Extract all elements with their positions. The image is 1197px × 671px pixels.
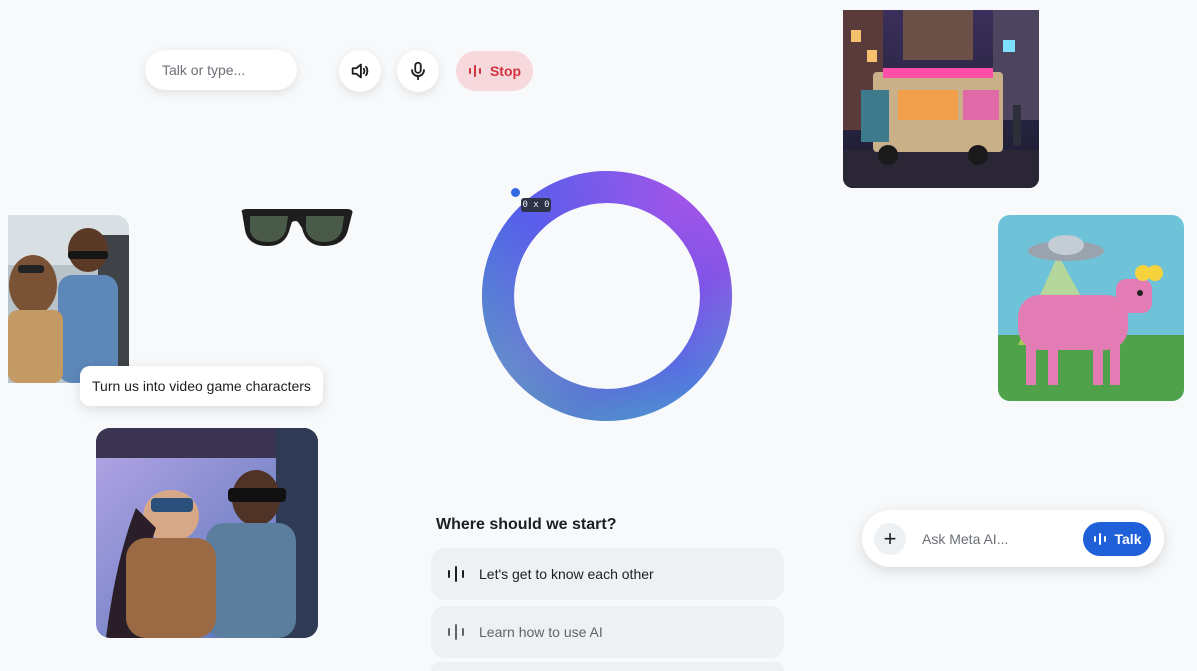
- voice-activity-ring: [482, 171, 732, 421]
- sunglasses-icon: [241, 209, 353, 246]
- sunglasses-image: [240, 206, 354, 248]
- video-game-characters-illustration: [96, 428, 318, 638]
- talk-input-placeholder: Talk or type...: [162, 62, 246, 78]
- suggestion-label: Learn how to use AI: [479, 624, 603, 640]
- cow-ufo-illustration: [998, 215, 1184, 401]
- talk-button[interactable]: Talk: [1083, 522, 1151, 556]
- speaker-icon: [351, 63, 369, 79]
- couple-photo: [8, 215, 129, 383]
- talk-or-type-input[interactable]: Talk or type...: [145, 50, 297, 90]
- stop-label: Stop: [489, 63, 522, 79]
- waveform-icon: [468, 65, 481, 77]
- stop-button[interactable]: Stop: [456, 51, 533, 91]
- suggestion-partial: [431, 662, 784, 671]
- food-truck-illustration: [843, 10, 1039, 188]
- dimension-badge: 0 x 0: [521, 198, 551, 212]
- talk-label: Talk: [1114, 531, 1142, 547]
- ask-meta-ai-input[interactable]: Ask Meta AI...: [922, 531, 1008, 547]
- waveform-icon: [448, 566, 464, 582]
- cow-ufo-image[interactable]: [998, 215, 1184, 401]
- debug-anchor-dot: [511, 188, 520, 197]
- speaker-button[interactable]: [339, 50, 381, 92]
- food-truck-image[interactable]: [843, 10, 1039, 188]
- plus-icon: +: [883, 526, 897, 551]
- microphone-icon: [411, 61, 425, 81]
- suggestion-get-to-know[interactable]: Let's get to know each other: [431, 548, 784, 600]
- couple-photo-image[interactable]: [8, 215, 129, 383]
- prompt-chip[interactable]: Turn us into video game characters: [80, 366, 323, 406]
- prompt-chip-label: Turn us into video game characters: [92, 378, 311, 394]
- suggestion-label: Let's get to know each other: [479, 566, 654, 582]
- suggestion-learn-ai[interactable]: Learn how to use AI: [431, 606, 784, 658]
- waveform-icon: [1093, 533, 1106, 545]
- microphone-button[interactable]: [397, 50, 439, 92]
- start-prompt-title: Where should we start?: [436, 516, 617, 533]
- video-game-characters-image[interactable]: [96, 428, 318, 638]
- add-button[interactable]: +: [874, 523, 906, 555]
- waveform-icon: [448, 624, 464, 640]
